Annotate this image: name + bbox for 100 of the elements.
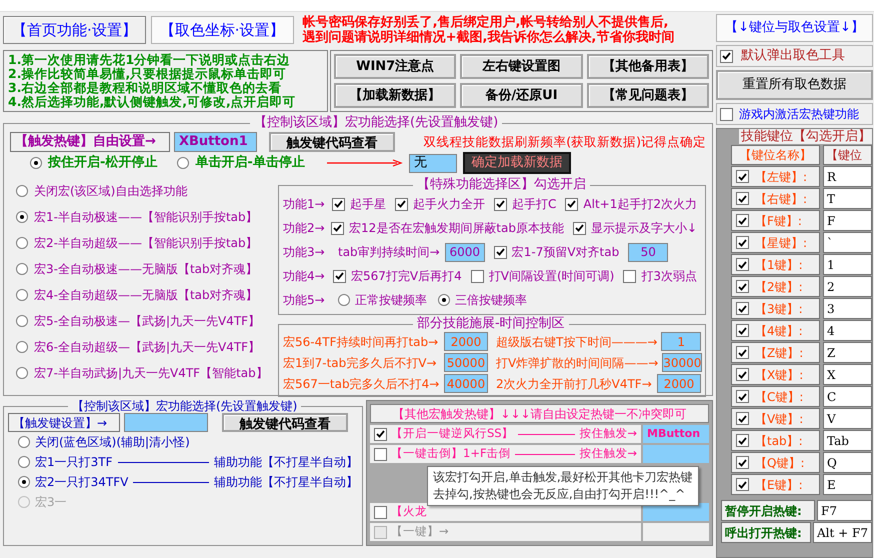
key-field[interactable]: R	[823, 166, 872, 187]
key-field[interactable]: 4	[823, 320, 872, 341]
radio-button[interactable]	[16, 263, 28, 275]
checkbox[interactable]	[736, 302, 749, 315]
checkbox[interactable]	[736, 258, 749, 271]
macro-option-label: 宏4-全自动超级——无脑版【tab对齐魂】	[34, 287, 258, 304]
toolbar-button[interactable]: WIN7注意点	[334, 54, 456, 79]
code-view-button[interactable]: 触发键代码查看	[222, 413, 348, 432]
tab[interactable]: 【首页功能·设置】	[3, 16, 146, 44]
key-field[interactable]: T	[823, 188, 872, 209]
checkbox[interactable]	[736, 214, 749, 227]
checkbox[interactable]	[494, 246, 507, 258]
radio-button[interactable]	[338, 294, 350, 306]
checkbox[interactable]	[720, 50, 733, 62]
option-label: 打3次弱点	[641, 268, 697, 285]
code-view-button[interactable]: 触发键代码查看	[268, 132, 396, 152]
radio-button[interactable]	[16, 315, 28, 327]
function-label: 功能4→	[283, 268, 326, 285]
checkbox[interactable]	[374, 448, 387, 460]
checkbox[interactable]	[736, 390, 749, 403]
key-field[interactable]: 3	[823, 298, 872, 319]
hotkey-field[interactable]	[643, 523, 709, 541]
checkbox[interactable]	[736, 170, 749, 183]
checkbox[interactable]	[736, 192, 749, 205]
function-label: 功能3→	[283, 244, 326, 261]
tab[interactable]: 【取色坐标·设置】	[150, 16, 294, 44]
radio-button[interactable]	[177, 157, 190, 169]
checkbox[interactable]	[736, 346, 749, 359]
key-field[interactable]: F	[823, 210, 872, 231]
checkbox[interactable]	[623, 270, 636, 282]
trigger-field[interactable]	[124, 413, 208, 432]
hotkey-action: 按住触发→	[579, 445, 637, 462]
key-field[interactable]: Tab	[823, 430, 872, 451]
assist-option-note: 辅助功能【不打星半自动】	[214, 474, 358, 491]
hotkey-setting-field[interactable]: F7	[817, 500, 872, 521]
key-field[interactable]: 2	[823, 276, 872, 297]
checkbox[interactable]	[374, 506, 387, 518]
assist-option-note: 辅助功能【不打星半自动】	[214, 454, 358, 471]
radio-button[interactable]	[16, 211, 28, 223]
radio-button[interactable]	[18, 456, 30, 468]
checkbox[interactable]	[736, 324, 749, 337]
radio-button[interactable]	[16, 341, 28, 353]
key-name: 【X键】:	[755, 366, 804, 384]
radio-button[interactable]	[438, 294, 450, 306]
checkbox[interactable]	[374, 428, 387, 440]
key-field[interactable]: Q	[823, 452, 872, 473]
toolbar-button[interactable]: 左右键设置图	[460, 54, 583, 79]
checkbox[interactable]	[572, 222, 586, 234]
checkbox[interactable]	[565, 198, 578, 210]
radio-button[interactable]	[16, 289, 28, 301]
toolbar-button[interactable]: 【加载新数据】	[334, 83, 456, 108]
radio-button[interactable]	[18, 476, 30, 488]
radio-button[interactable]	[18, 436, 30, 448]
checkbox[interactable]	[736, 280, 749, 293]
arrow-icon	[326, 159, 403, 167]
key-field[interactable]: X	[823, 364, 872, 385]
toolbar-button[interactable]: 【常见问题表】	[586, 83, 709, 108]
checkbox[interactable]	[333, 270, 346, 282]
checkbox[interactable]	[395, 198, 408, 210]
value-field[interactable]: 6000	[444, 242, 485, 262]
column-header: 【键位	[823, 145, 872, 165]
checkbox[interactable]	[736, 236, 749, 249]
hotkey-setting-label: 暂停开启热键:	[721, 500, 815, 521]
radio-button[interactable]	[16, 237, 28, 249]
radio-button[interactable]	[30, 157, 42, 169]
key-field[interactable]: `	[823, 232, 872, 253]
key-field[interactable]: 1	[823, 254, 872, 275]
checkbox[interactable]	[736, 434, 749, 447]
key-field[interactable]: V	[823, 408, 872, 429]
checkbox[interactable]	[736, 412, 749, 425]
checkbox[interactable]	[736, 456, 749, 469]
load-data-button[interactable]: 确定加载新数据	[462, 152, 571, 174]
reset-color-button[interactable]: 重置所有取色数据	[716, 70, 873, 100]
toolbar-button[interactable]: 【其他备用表】	[586, 54, 709, 79]
timing-label: 打V炸弹扩散的时间间隔——→	[496, 354, 658, 372]
instruction-text: 1.第一次使用请先花1分钟看一下说明或点击右边	[8, 53, 292, 67]
checkbox[interactable]	[330, 222, 344, 234]
hotkey-field[interactable]	[643, 445, 709, 463]
hotkey-label: 【一键击倒】1+F击倒	[391, 445, 511, 462]
radio-button[interactable]	[16, 185, 28, 197]
macro-option-label: 宏7-半自动武扬|九天一先V4TF【智能tab】	[34, 365, 268, 382]
checkbox[interactable]	[494, 198, 508, 210]
key-name: 【1键】:	[755, 256, 803, 274]
checkbox[interactable]	[720, 108, 733, 120]
key-name: 【星键】:	[755, 234, 808, 252]
timing-label: 宏1到7-tab完多久后不打V→	[283, 354, 437, 372]
checkbox[interactable]	[736, 368, 749, 381]
hotkey-setting-field[interactable]: Alt + F7	[813, 522, 872, 543]
checkbox[interactable]	[470, 270, 484, 282]
key-field[interactable]: C	[823, 386, 872, 407]
checkbox[interactable]	[736, 478, 749, 491]
checkbox[interactable]	[332, 198, 346, 210]
refresh-field[interactable]: 无	[408, 154, 457, 172]
trigger-field[interactable]: XButton1	[174, 132, 257, 152]
key-field[interactable]: E	[823, 474, 872, 495]
value-field[interactable]: 50	[628, 242, 668, 262]
radio-button[interactable]	[16, 367, 28, 379]
toolbar-button[interactable]: 备份/还原UI	[460, 83, 583, 108]
key-settings-header[interactable]: 【↓键位与取色设置↓】	[716, 14, 873, 42]
key-field[interactable]: Z	[823, 342, 872, 363]
